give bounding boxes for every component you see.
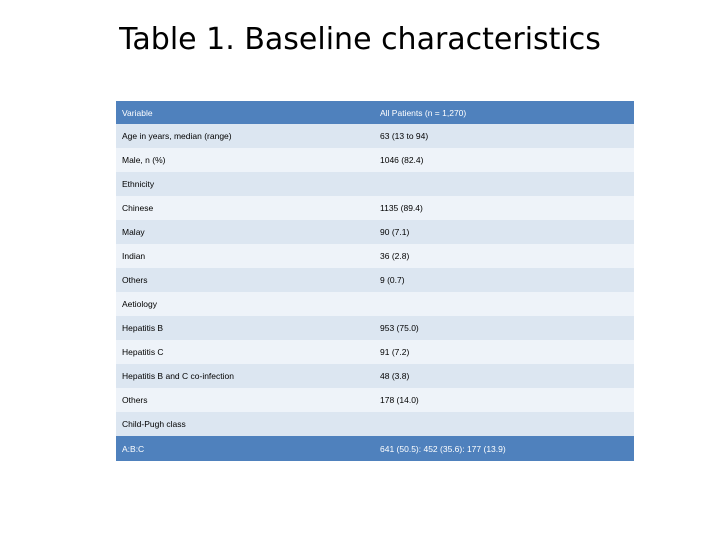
table-row: Child-Pugh class (116, 412, 634, 436)
row-value: 1046 (82.4) (374, 148, 634, 172)
row-value: 178 (14.0) (374, 388, 634, 412)
table-row: Malay 90 (7.1) (116, 220, 634, 244)
row-value: 48 (3.8) (374, 364, 634, 388)
row-value: 63 (13 to 94) (374, 124, 634, 148)
table-row: Age in years, median (range) 63 (13 to 9… (116, 124, 634, 148)
table-row: Chinese 1135 (89.4) (116, 196, 634, 220)
row-label: Aetiology (116, 292, 374, 316)
row-value: 953 (75.0) (374, 316, 634, 340)
row-value: 641 (50.5): 452 (35.6): 177 (13.9) (374, 436, 634, 461)
row-label: Male, n (%) (116, 148, 374, 172)
baseline-table-container: Variable All Patients (n = 1,270) Age in… (116, 101, 634, 461)
table-row: Hepatitis C 91 (7.2) (116, 340, 634, 364)
row-label: A:B:C (116, 436, 374, 461)
row-value: 9 (0.7) (374, 268, 634, 292)
row-label: Malay (116, 220, 374, 244)
row-value: 90 (7.1) (374, 220, 634, 244)
table-row: Male, n (%) 1046 (82.4) (116, 148, 634, 172)
row-label: Chinese (116, 196, 374, 220)
table-header-row: Variable All Patients (n = 1,270) (116, 101, 634, 124)
row-value: 91 (7.2) (374, 340, 634, 364)
row-value: 36 (2.8) (374, 244, 634, 268)
table-row: Ethnicity (116, 172, 634, 196)
table-row: Aetiology (116, 292, 634, 316)
row-label: Hepatitis C (116, 340, 374, 364)
table-row: Others 9 (0.7) (116, 268, 634, 292)
table-row: Hepatitis B 953 (75.0) (116, 316, 634, 340)
row-value (374, 412, 634, 436)
baseline-characteristics-table: Variable All Patients (n = 1,270) Age in… (116, 101, 634, 461)
slide: Table 1. Baseline characteristics Variab… (0, 0, 720, 540)
table-row: A:B:C 641 (50.5): 452 (35.6): 177 (13.9) (116, 436, 634, 461)
row-value: 1135 (89.4) (374, 196, 634, 220)
table-row: Indian 36 (2.8) (116, 244, 634, 268)
row-label: Ethnicity (116, 172, 374, 196)
row-label: Hepatitis B (116, 316, 374, 340)
table-row: Hepatitis B and C co-infection 48 (3.8) (116, 364, 634, 388)
row-label: Child-Pugh class (116, 412, 374, 436)
column-header-all-patients: All Patients (n = 1,270) (374, 101, 634, 124)
row-label: Indian (116, 244, 374, 268)
table-row: Others 178 (14.0) (116, 388, 634, 412)
row-label: Others (116, 388, 374, 412)
row-value (374, 292, 634, 316)
row-label: Others (116, 268, 374, 292)
column-header-variable: Variable (116, 101, 374, 124)
row-value (374, 172, 634, 196)
row-label: Age in years, median (range) (116, 124, 374, 148)
page-title: Table 1. Baseline characteristics (119, 22, 601, 57)
row-label: Hepatitis B and C co-infection (116, 364, 374, 388)
